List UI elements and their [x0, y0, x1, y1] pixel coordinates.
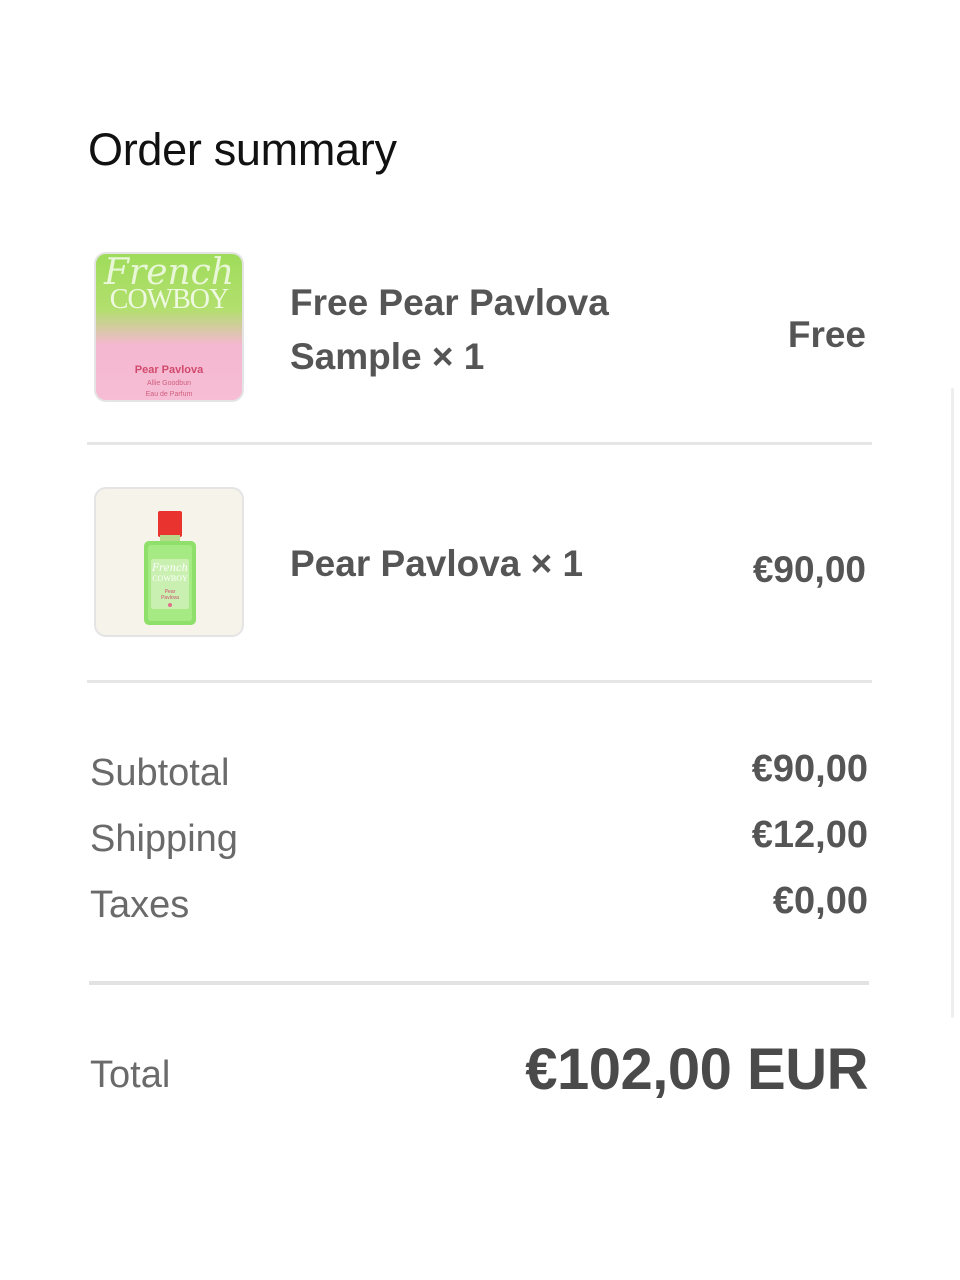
- divider: [87, 680, 872, 683]
- divider: [89, 981, 869, 985]
- bottle-thumbnail: French COWBOY Pear Pavlova: [94, 487, 244, 637]
- total-label: Total: [90, 1054, 171, 1096]
- item-name: Pear Pavlova × 1: [290, 543, 584, 584]
- svg-text:French: French: [151, 563, 188, 574]
- total-row: Total €102,00 EUR: [90, 1036, 868, 1116]
- shipping-value: €12,00: [751, 814, 868, 856]
- subtotal-label: Subtotal: [90, 752, 230, 794]
- page-title: Order summary: [88, 124, 397, 175]
- scrollbar[interactable]: [951, 388, 954, 1018]
- taxes-value: €0,00: [772, 880, 868, 922]
- total-value: €102,00 EUR: [525, 1037, 868, 1102]
- shipping-row: Shipping €12,00: [90, 814, 868, 868]
- taxes-row: Taxes €0,00: [90, 880, 868, 934]
- item-price: €90,00: [752, 549, 866, 590]
- line-item: French COWBOY Pear Pavlova Allie Goodbun…: [88, 252, 872, 406]
- order-summary-page: Order summary French COWBOY Pear Pavlova…: [0, 0, 960, 1280]
- perfume-bottle-icon: French COWBOY Pear Pavlova: [144, 511, 196, 625]
- card-perfumer-name: Allie Goodbun: [147, 380, 191, 387]
- card-product-name: Pear Pavlova: [134, 364, 204, 376]
- subtotal-value: €90,00: [751, 748, 868, 790]
- sample-card-thumbnail: French COWBOY Pear Pavlova Allie Goodbun…: [94, 252, 244, 402]
- item-name: Free Pear Pavlova Sample × 1: [290, 282, 609, 377]
- line-item: French COWBOY Pear Pavlova Pear Pavlova …: [88, 487, 872, 639]
- brand-caps-text: COWBOY: [109, 284, 229, 315]
- subtotal-row: Subtotal €90,00: [90, 748, 868, 802]
- item-price: Free: [787, 314, 866, 355]
- taxes-label: Taxes: [90, 884, 190, 926]
- svg-text:COWBOY: COWBOY: [152, 574, 188, 583]
- card-product-type: Eau de Parfum: [145, 391, 193, 398]
- svg-text:Pavlova: Pavlova: [161, 595, 179, 601]
- shipping-label: Shipping: [90, 818, 238, 860]
- divider: [87, 442, 872, 445]
